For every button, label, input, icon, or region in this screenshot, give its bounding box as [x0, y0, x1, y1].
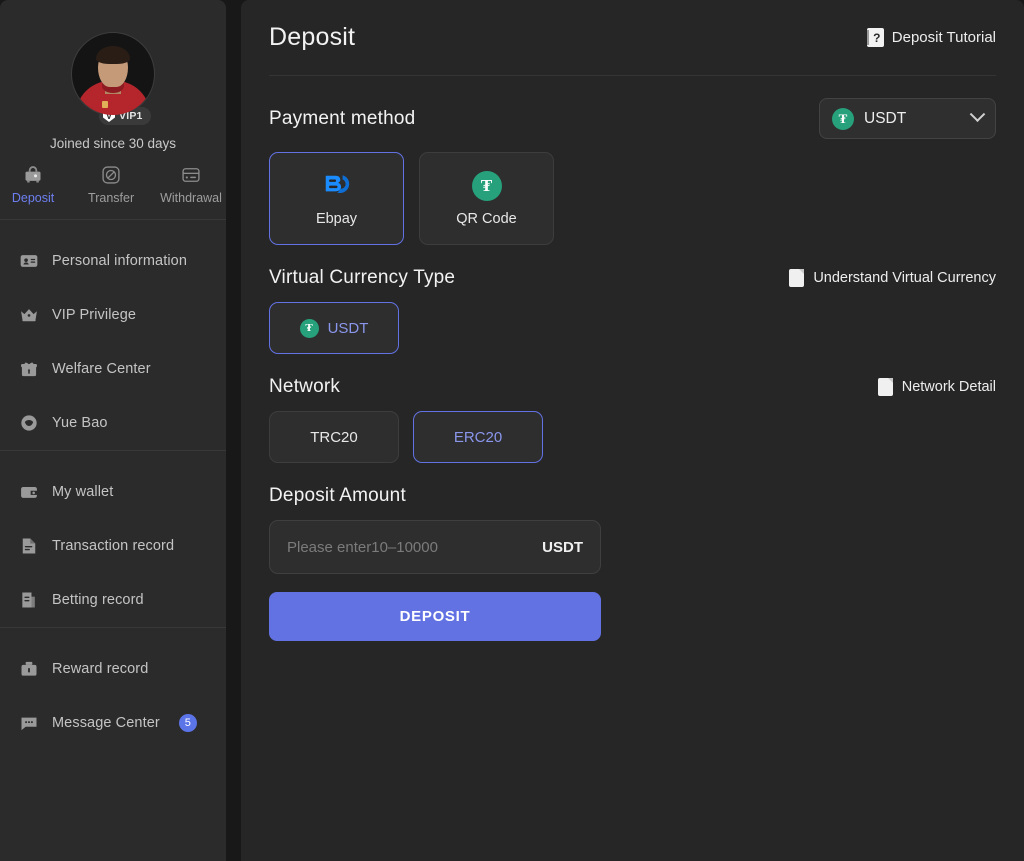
sidebar-item-vip-privilege[interactable]: VIP Privilege: [0, 288, 226, 342]
sidebar-menu-group-1: Personal information VIP Privilege Welfa…: [0, 220, 226, 450]
network-option-erc20[interactable]: ERC20: [413, 411, 543, 463]
quick-action-label: Deposit: [11, 191, 55, 205]
wallet-icon: [21, 487, 38, 498]
page-header: Deposit ? Deposit Tutorial: [269, 0, 996, 76]
panel-gap: [226, 0, 241, 861]
network-detail-label: Network Detail: [901, 379, 996, 395]
sidebar-item-betting-record[interactable]: Betting record: [0, 573, 226, 627]
document-icon: [789, 269, 805, 287]
sidebar-item-label: VIP Privilege: [52, 307, 137, 323]
usdt-icon: ₮: [299, 318, 319, 338]
sidebar-item-label: My wallet: [52, 484, 114, 500]
understand-virtual-currency-label: Understand Virtual Currency: [813, 270, 996, 286]
usdt-glyph: ₮: [480, 176, 493, 195]
message-badge: 5: [178, 714, 197, 732]
deposit-tutorial-label: Deposit Tutorial: [891, 29, 996, 46]
payment-option-ebpay[interactable]: Ebpay: [269, 152, 404, 245]
safe-icon: [25, 166, 41, 183]
network-option-label: TRC20: [310, 428, 358, 446]
sidebar-item-label: Welfare Center: [52, 361, 151, 377]
ebpay-icon: [325, 174, 349, 193]
sidebar-item-personal-information[interactable]: Personal information: [0, 234, 226, 288]
quick-action-label: Withdrawal: [160, 191, 222, 205]
payment-method-title: Payment method: [269, 107, 416, 129]
virtual-currency-title: Virtual Currency Type: [269, 267, 456, 288]
usdt-icon: ₮: [471, 170, 502, 201]
sidebar-item-transaction-record[interactable]: Transaction record: [0, 519, 226, 573]
document-icon: [22, 538, 36, 554]
network-header: Network Network Detail: [269, 376, 996, 398]
network-title: Network: [269, 376, 341, 397]
avatar-wrapper: V VIP1: [71, 32, 155, 125]
quick-actions: Deposit Transfer Withdrawal: [0, 165, 226, 219]
network-option-trc20[interactable]: TRC20: [269, 411, 399, 463]
network-option-label: ERC20: [453, 428, 503, 446]
chat-icon: [21, 717, 37, 731]
document-icon: [877, 378, 893, 396]
deposit-amount-unit: USDT: [542, 538, 583, 556]
payment-option-label: QR Code: [456, 210, 517, 227]
payment-option-qr-code[interactable]: ₮ QR Code: [419, 152, 554, 245]
usdt-glyph: ₮: [305, 321, 313, 334]
virtual-currency-option-label: USDT: [327, 319, 369, 337]
currency-select[interactable]: ₮ USDT: [819, 98, 996, 139]
page-title: Deposit: [269, 23, 356, 51]
avatar-crest: [102, 101, 108, 108]
virtual-currency-option-usdt[interactable]: ₮ USDT: [269, 302, 399, 354]
deposit-submit-button[interactable]: DEPOSIT: [269, 592, 601, 641]
bet-document-icon: [22, 592, 35, 608]
usdt-glyph: ₮: [838, 111, 848, 126]
sidebar-item-label: Reward record: [52, 661, 149, 677]
avatar-hair: [96, 46, 130, 64]
sidebar-item-my-wallet[interactable]: My wallet: [0, 465, 226, 519]
deposit-amount-input[interactable]: [287, 538, 543, 556]
card-icon: [182, 168, 200, 182]
sidebar-item-label: Betting record: [52, 592, 144, 608]
payment-option-label: Ebpay: [315, 210, 358, 227]
reward-wallet-icon: [21, 661, 37, 676]
sidebar-item-message-center[interactable]: Message Center 5: [0, 696, 226, 750]
payment-method-options: Ebpay ₮ QR Code: [269, 152, 996, 245]
currency-select-value: USDT: [864, 109, 907, 127]
understand-virtual-currency-link[interactable]: Understand Virtual Currency: [789, 269, 996, 287]
network-options: TRC20 ERC20: [269, 411, 996, 463]
sidebar-item-label: Transaction record: [52, 538, 175, 554]
crown-icon: [21, 309, 37, 322]
sidebar-item-label: Message Center: [52, 715, 160, 731]
usdt-icon: ₮: [832, 107, 854, 130]
joined-since-label: Joined since 30 days: [49, 136, 177, 151]
network-detail-link[interactable]: Network Detail: [877, 378, 996, 396]
quick-action-withdrawal[interactable]: Withdrawal: [160, 165, 222, 205]
quick-action-label: Transfer: [88, 191, 135, 205]
piggy-icon: [21, 415, 37, 431]
sidebar-item-welfare-center[interactable]: Welfare Center: [0, 342, 226, 396]
question-book-icon: ?: [866, 28, 884, 47]
sidebar-item-label: Yue Bao: [52, 415, 108, 431]
deposit-tutorial-link[interactable]: ? Deposit Tutorial: [866, 28, 996, 47]
id-card-icon: [20, 255, 38, 267]
sidebar: V VIP1 Joined since 30 days Deposit Tran…: [0, 0, 226, 861]
quick-action-transfer[interactable]: Transfer: [82, 165, 140, 205]
virtual-currency-header: Virtual Currency Type Understand Virtual…: [269, 267, 996, 289]
avatar[interactable]: [71, 32, 155, 116]
quick-action-deposit[interactable]: Deposit: [4, 165, 62, 205]
transfer-icon: [102, 166, 120, 184]
deposit-amount-field[interactable]: USDT: [269, 520, 601, 574]
sidebar-item-yue-bao[interactable]: Yue Bao: [0, 396, 226, 450]
main-content: Deposit ? Deposit Tutorial Payment metho…: [241, 0, 1024, 861]
virtual-currency-options: ₮ USDT: [269, 302, 996, 354]
sidebar-menu-group-2: My wallet Transaction record Betting rec…: [0, 451, 226, 627]
sidebar-item-reward-record[interactable]: Reward record: [0, 642, 226, 696]
deposit-amount-section: Deposit Amount USDT DEPOSIT: [269, 485, 996, 641]
gift-icon: [21, 362, 37, 377]
profile-section: V VIP1 Joined since 30 days: [0, 0, 226, 151]
app-root: V VIP1 Joined since 30 days Deposit Tran…: [0, 0, 1024, 861]
deposit-amount-title: Deposit Amount: [269, 485, 406, 506]
chevron-down-icon: [969, 106, 986, 123]
sidebar-item-label: Personal information: [52, 253, 187, 269]
payment-method-header: Payment method ₮ USDT: [269, 98, 996, 139]
sidebar-menu-group-3: Reward record Message Center 5: [0, 628, 226, 750]
